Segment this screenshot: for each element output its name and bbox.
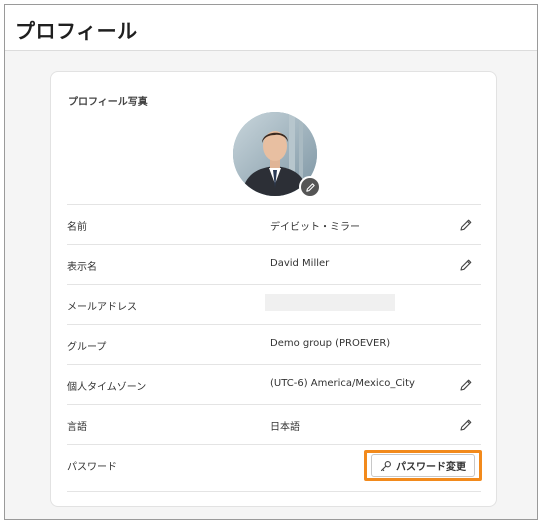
field-row-name: 名前 デイビット・ミラー [67,204,481,244]
field-label: 言語 [67,422,87,433]
email-value-redacted [265,294,395,311]
field-label: 名前 [67,222,87,233]
field-label: 個人タイムゾーン [67,382,147,393]
field-row-timezone: 個人タイムゾーン (UTC-6) America/Mexico_City [67,364,481,404]
page-title: プロフィール [15,19,138,43]
app-frame: プロフィール プロフィール写真 名前 デイビット・ミラー 表示名 David M… [4,4,538,520]
field-value: デイビット・ミラー [270,222,360,233]
change-password-button[interactable]: パスワード変更 [371,454,475,477]
field-label: パスワード [67,462,117,473]
edit-language-button[interactable] [459,417,473,431]
profile-fields: 名前 デイビット・ミラー 表示名 David Miller メールアドレス グル… [67,204,482,492]
pencil-icon [460,379,472,391]
field-row-display-name: 表示名 David Miller [67,244,481,284]
edit-name-button[interactable] [459,217,473,231]
field-label: メールアドレス [67,302,137,313]
field-value: Demo group (PROEVER) [270,338,391,349]
field-label: 表示名 [67,262,97,273]
field-value: 日本語 [270,422,300,433]
change-password-label: パスワード変更 [396,462,466,473]
field-row-email: メールアドレス [67,284,481,324]
field-row-password: パスワード パスワード変更 [67,444,482,492]
pencil-icon [460,419,472,431]
profile-card: プロフィール写真 名前 デイビット・ミラー 表示名 David Miller メ… [50,71,497,507]
edit-timezone-button[interactable] [459,377,473,391]
field-value: David Miller [270,258,330,269]
page-header: プロフィール [5,5,537,51]
pencil-icon [460,219,472,231]
field-value: (UTC-6) America/Mexico_City [270,378,415,389]
avatar-container [233,112,321,198]
field-row-language: 言語 日本語 [67,404,481,444]
avatar-edit-button[interactable] [299,176,321,198]
field-label: グループ [67,342,107,353]
field-row-group: グループ Demo group (PROEVER) [67,324,481,364]
pencil-icon [305,182,315,192]
change-password-highlight[interactable]: パスワード変更 [364,450,482,481]
key-icon [380,460,391,471]
pencil-icon [460,259,472,271]
edit-display-name-button[interactable] [459,257,473,271]
profile-photo-label: プロフィール写真 [68,97,148,108]
